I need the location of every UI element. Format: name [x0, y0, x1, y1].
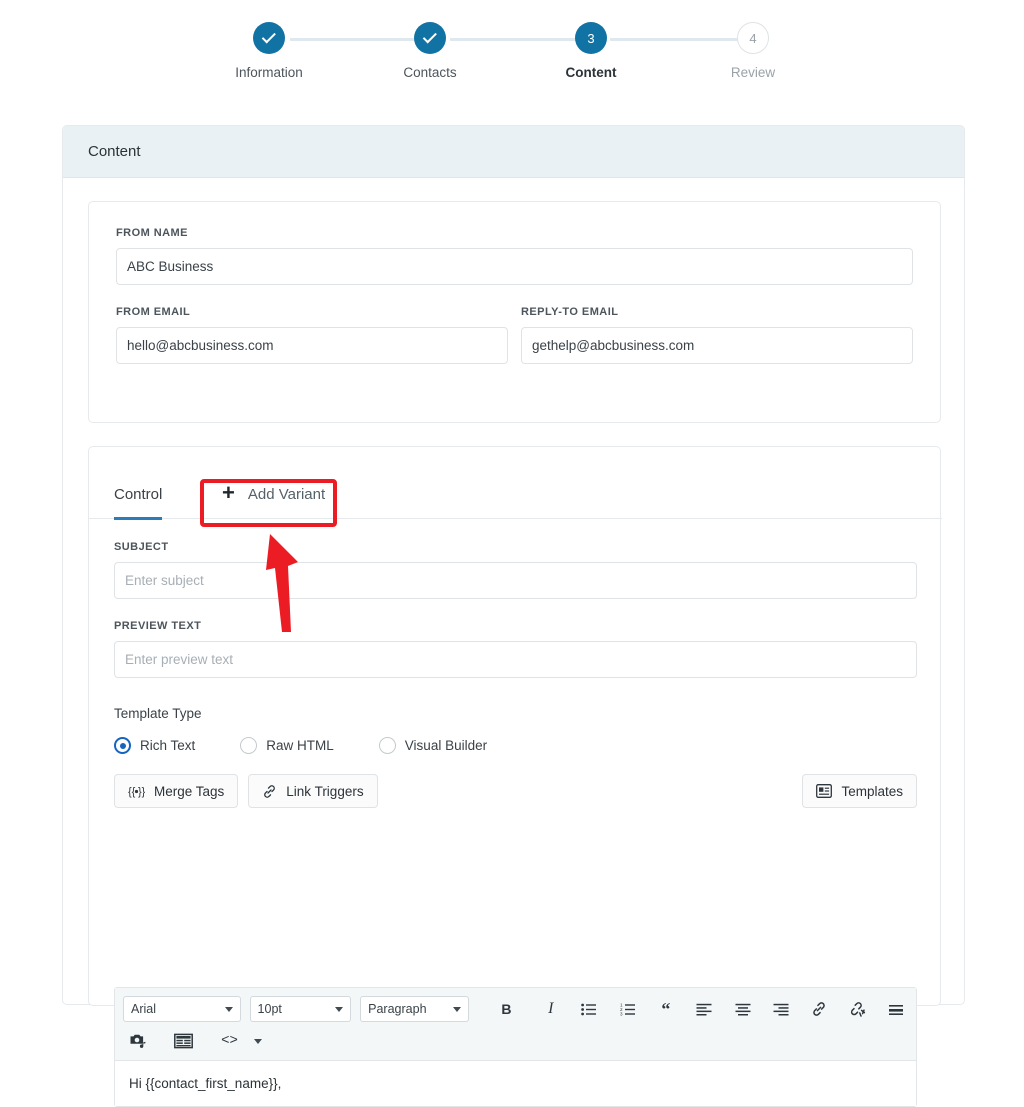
from-email-input[interactable]	[116, 327, 508, 364]
svg-text:{{: {{	[128, 786, 136, 798]
radio-raw-html-label: Raw HTML	[266, 738, 334, 753]
check-icon	[261, 28, 276, 43]
insert-table-icon[interactable]	[169, 1028, 198, 1055]
variant-tabs: Control + Add Variant	[89, 469, 942, 520]
blockquote-icon[interactable]: “	[654, 996, 678, 1023]
merge-tags-button[interactable]: {{ }} Merge Tags	[114, 774, 239, 808]
check-icon	[422, 28, 437, 43]
unlink-icon[interactable]	[845, 996, 869, 1023]
font-size-select[interactable]: 10pt	[249, 996, 352, 1022]
template-type-radio-group: Rich Text Raw HTML Visual Builder	[114, 737, 917, 754]
more-caret-icon[interactable]	[250, 1028, 266, 1055]
step-1-label: Information	[235, 65, 303, 80]
font-size-value: 10pt	[257, 1002, 282, 1016]
merge-tags-icon: {{ }}	[128, 785, 145, 798]
align-right-icon[interactable]	[769, 996, 793, 1023]
preview-text-input[interactable]	[114, 641, 917, 678]
editor-toolbar: Arial 10pt Paragraph B I 1 2 3 “ <>	[115, 988, 916, 1061]
reply-to-email-group: REPLY-TO EMAIL	[521, 306, 913, 364]
chevron-down-icon	[453, 1006, 462, 1012]
editor-toolbar-row-1: Arial 10pt Paragraph B I 1 2 3 “	[123, 994, 908, 1024]
preview-text-label: PREVIEW TEXT	[114, 620, 202, 632]
stepper-step-review[interactable]: 4 Review	[678, 22, 828, 80]
editor-actions-bar: {{ }} Merge Tags Link Triggers Templates	[114, 774, 917, 808]
reply-to-email-input[interactable]	[521, 327, 913, 364]
source-code-icon[interactable]: <>	[215, 1028, 244, 1055]
page-title: Content	[88, 143, 141, 160]
plus-icon: +	[222, 480, 235, 505]
tab-control-label: Control	[114, 485, 163, 503]
radio-visual-builder[interactable]: Visual Builder	[378, 737, 488, 754]
variant-card: Control + Add Variant SUBJECT PREVIEW TE…	[88, 446, 942, 1107]
from-name-input[interactable]	[116, 248, 913, 285]
insert-image-icon[interactable]	[123, 1028, 152, 1055]
tab-active-indicator	[114, 517, 163, 520]
italic-icon[interactable]: I	[539, 996, 563, 1023]
editor-body[interactable]: Hi {{contact_first_name}},	[115, 1061, 916, 1106]
tab-add-variant-label: Add Variant	[247, 485, 326, 503]
block-format-select[interactable]: Paragraph	[360, 996, 470, 1022]
step-3-label: Content	[565, 65, 617, 80]
from-email-label: FROM EMAIL	[116, 306, 191, 318]
templates-button[interactable]: Templates	[802, 774, 917, 808]
align-center-icon[interactable]	[730, 996, 754, 1023]
content-panel: Content FROM NAME FROM EMAIL REPLY-TO EM…	[62, 125, 965, 1107]
font-family-value: Arial	[131, 1002, 157, 1016]
numbered-list-icon[interactable]: 1 2 3	[615, 996, 639, 1023]
radio-visual-builder-label: Visual Builder	[404, 738, 488, 753]
chevron-down-icon	[224, 1006, 233, 1012]
wizard-stepper: Information Contacts 3 Content 4 Review	[190, 22, 830, 92]
template-icon	[816, 784, 833, 798]
step-2-circle	[414, 22, 446, 54]
reply-to-email-label: REPLY-TO EMAIL	[521, 306, 619, 318]
radio-selected-icon	[114, 737, 131, 754]
bold-icon[interactable]: B	[494, 996, 518, 1023]
stepper-step-contacts[interactable]: Contacts	[355, 22, 505, 80]
radio-rich-text[interactable]: Rich Text	[114, 737, 195, 754]
svg-text:}}: }}	[138, 786, 145, 798]
templates-label: Templates	[841, 783, 903, 799]
rich-text-editor: Arial 10pt Paragraph B I 1 2 3 “ <> Hi {…	[114, 987, 917, 1107]
tab-control[interactable]: Control	[114, 469, 163, 520]
merge-tags-label: Merge Tags	[154, 783, 225, 799]
tab-add-variant[interactable]: + Add Variant	[222, 469, 325, 519]
template-type-label: Template Type	[114, 706, 202, 721]
insert-link-icon[interactable]	[807, 996, 831, 1023]
stepper-step-content[interactable]: 3 Content	[516, 22, 666, 80]
font-family-select[interactable]: Arial	[123, 996, 241, 1022]
horizontal-rule-icon[interactable]	[884, 996, 908, 1023]
align-left-icon[interactable]	[692, 996, 716, 1023]
chevron-down-icon	[254, 1038, 262, 1044]
step-4-label: Review	[730, 65, 776, 80]
radio-raw-html[interactable]: Raw HTML	[240, 737, 334, 754]
step-2-label: Contacts	[403, 65, 457, 80]
subject-input[interactable]	[114, 562, 917, 599]
link-triggers-label: Link Triggers	[286, 783, 364, 799]
from-email-group: FROM EMAIL	[116, 306, 508, 364]
subject-label: SUBJECT	[114, 541, 169, 553]
chevron-down-icon	[335, 1006, 344, 1012]
panel-header: Content	[63, 126, 964, 178]
editor-toolbar-row-2: <>	[123, 1026, 908, 1056]
svg-text:3: 3	[620, 1011, 623, 1015]
sender-details-card: FROM NAME FROM EMAIL REPLY-TO EMAIL	[88, 201, 941, 423]
radio-unselected-icon	[240, 737, 258, 754]
link-triggers-button[interactable]: Link Triggers	[248, 774, 378, 808]
radio-rich-text-label: Rich Text	[140, 738, 196, 753]
step-3-circle: 3	[575, 22, 607, 54]
radio-unselected-icon	[378, 737, 396, 754]
block-format-value: Paragraph	[368, 1002, 427, 1016]
from-name-label: FROM NAME	[116, 227, 188, 239]
step-4-circle: 4	[737, 22, 769, 54]
bullet-list-icon[interactable]	[577, 996, 601, 1023]
link-icon	[262, 784, 277, 799]
stepper-step-information[interactable]: Information	[194, 22, 344, 80]
step-1-circle	[253, 22, 285, 54]
